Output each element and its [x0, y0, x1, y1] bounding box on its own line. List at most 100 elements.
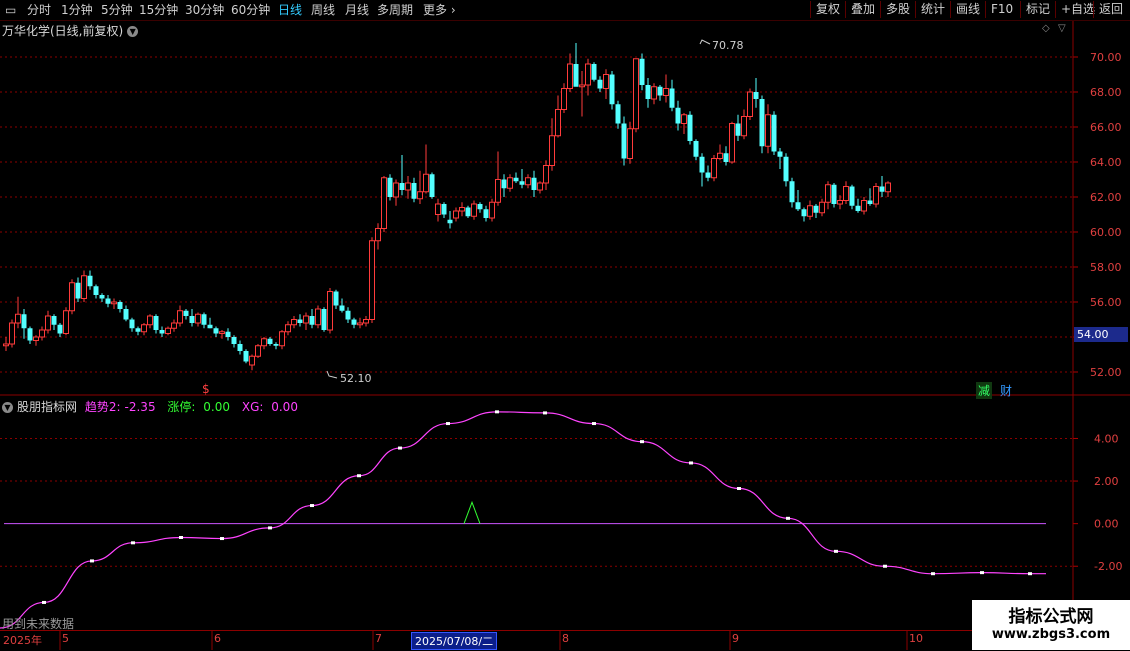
period-tab-10[interactable]: 更多 ›: [423, 2, 456, 18]
candle-body: [435, 203, 441, 215]
candle-body: [99, 295, 105, 299]
candle: [171, 319, 177, 332]
price-axis-label: 56.00: [1090, 296, 1122, 309]
candle-body: [633, 58, 639, 130]
candle-body: [741, 116, 747, 137]
price-axis-label: 62.00: [1090, 191, 1122, 204]
period-tab-2[interactable]: 5分钟: [101, 2, 133, 18]
trend-marker: [737, 487, 741, 491]
candle-body: [93, 286, 99, 295]
candle: [405, 176, 411, 199]
candle-body: [123, 309, 129, 320]
toolbar-button-3[interactable]: 统计: [915, 1, 950, 18]
candle: [519, 169, 525, 189]
chart-canvas[interactable]: 70.0068.0066.0064.0062.0060.0058.0056.00…: [0, 0, 1130, 650]
candle: [9, 319, 15, 348]
candle-body: [831, 184, 837, 204]
period-tab-4[interactable]: 30分钟: [185, 2, 224, 18]
period-tab-0[interactable]: 分时: [27, 2, 51, 18]
candle: [321, 307, 327, 332]
period-tab-7[interactable]: 周线: [311, 2, 335, 18]
trend-marker: [786, 516, 790, 520]
toolbar-button-8[interactable]: 返回: [1093, 1, 1128, 18]
candle: [393, 179, 399, 206]
candle-body: [327, 291, 333, 331]
candle: [477, 202, 483, 213]
price-axis-label: 64.00: [1090, 156, 1122, 169]
candle-body: [783, 156, 789, 182]
candle: [369, 237, 375, 323]
candle-body: [651, 86, 657, 100]
candle-body: [579, 84, 585, 88]
trend-marker: [592, 422, 596, 426]
candle: [315, 305, 321, 329]
indicator-menu-icon[interactable]: ▼: [2, 402, 13, 413]
stock-title[interactable]: 万华化学(日线,前复权) ▼: [2, 22, 139, 39]
candle-body: [51, 316, 57, 325]
expand-icon[interactable]: ▽: [1058, 23, 1066, 34]
candle: [741, 109, 747, 140]
toolbar-button-1[interactable]: 叠加: [845, 1, 880, 18]
candle-body: [165, 327, 171, 334]
candle: [831, 183, 837, 208]
candle: [123, 305, 129, 322]
candle: [441, 202, 447, 218]
toolbar-button-0[interactable]: 复权: [810, 1, 845, 18]
candle-body: [447, 219, 453, 224]
indicator-name[interactable]: 股朋指标网: [17, 400, 77, 414]
candle: [429, 172, 435, 199]
toolbar-menu-icon[interactable]: ▭: [5, 2, 16, 18]
trend-marker: [310, 504, 314, 508]
candle: [177, 305, 183, 327]
period-tab-5[interactable]: 60分钟: [231, 2, 270, 18]
toolbar-button-2[interactable]: 多股: [880, 1, 915, 18]
candle-body: [339, 305, 345, 311]
period-tab-8[interactable]: 月线: [345, 2, 369, 18]
candle-body: [567, 63, 573, 89]
reduce-badge[interactable]: 减: [976, 382, 993, 399]
candle-body: [219, 331, 225, 334]
diamond-icon[interactable]: ◇: [1042, 23, 1050, 34]
candle: [351, 317, 357, 329]
candle: [291, 316, 297, 329]
candle: [93, 284, 99, 299]
period-tab-9[interactable]: 多周期: [377, 2, 413, 18]
candle: [627, 121, 633, 164]
trend-marker: [543, 411, 547, 415]
candle-body: [759, 99, 765, 147]
candle: [573, 43, 579, 87]
candle: [267, 337, 273, 346]
chevron-down-icon[interactable]: ▼: [127, 26, 139, 37]
period-tab-6[interactable]: 日线: [278, 2, 302, 18]
candle: [423, 144, 429, 194]
candle-body: [525, 177, 531, 186]
dividend-badge[interactable]: $: [202, 382, 210, 396]
period-tab-1[interactable]: 1分钟: [61, 2, 93, 18]
candle: [231, 335, 237, 348]
candle-body: [279, 331, 285, 347]
candle: [855, 198, 861, 213]
candle-body: [687, 114, 693, 141]
candle: [255, 344, 261, 358]
trend-line: [0, 411, 1046, 629]
toolbar-button-5[interactable]: F10: [985, 1, 1018, 18]
candle: [489, 198, 495, 222]
date-axis-month-5: 10: [909, 632, 923, 645]
candle: [717, 144, 723, 161]
candle-body: [459, 207, 465, 212]
period-tab-3[interactable]: 15分钟: [139, 2, 178, 18]
candle: [543, 160, 549, 190]
toolbar-button-4[interactable]: 画线: [950, 1, 985, 18]
toolbar-button-6[interactable]: 标记: [1020, 1, 1055, 18]
candle: [411, 177, 417, 203]
finance-badge[interactable]: 财: [998, 382, 1014, 399]
candle-body: [591, 64, 597, 80]
candle-body: [627, 128, 633, 159]
candle-body: [663, 88, 669, 96]
candle-body: [585, 63, 591, 86]
candle-body: [765, 114, 771, 147]
candle: [567, 53, 573, 92]
candle: [885, 181, 891, 197]
candle-body: [315, 308, 321, 326]
candle: [561, 83, 567, 113]
